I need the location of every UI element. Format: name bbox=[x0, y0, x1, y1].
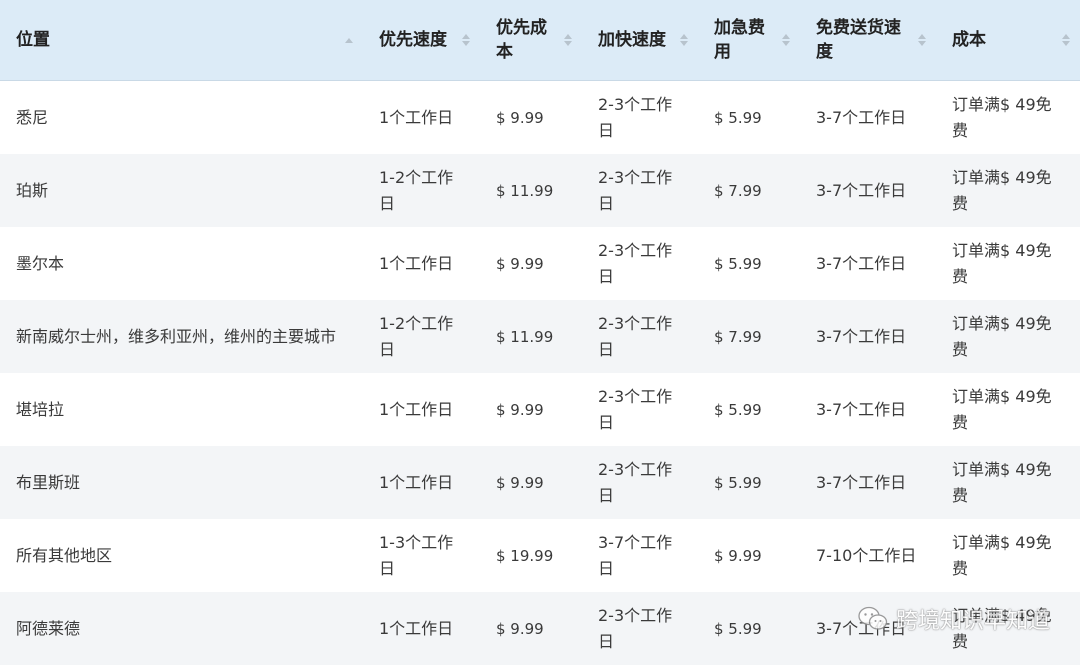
table-row: 布里斯班 1个工作日 $ 9.99 2-3个工作日 $ 5.99 3-7个工作日 订单满$ … bbox=[0, 446, 1080, 519]
table-cell: 3-7个工作日 bbox=[800, 80, 936, 154]
table-cell: 所有其他地区 bbox=[0, 519, 363, 592]
sort-arrows-icon[interactable] bbox=[680, 33, 688, 47]
table-cell: $ 19.99 bbox=[480, 519, 582, 592]
column-header-label: 免费送货速度 bbox=[816, 18, 901, 62]
table-cell: $ 9.99 bbox=[480, 592, 582, 665]
column-header-label: 优先速度 bbox=[379, 30, 447, 50]
table-cell: $ 9.99 bbox=[480, 446, 582, 519]
table-cell: 3-7个工作日 bbox=[582, 519, 698, 592]
table-row: 珀斯 1-2个工作日 $ 11.99 2-3个工作日 $ 7.99 3-7个工作日 订单满$… bbox=[0, 154, 1080, 227]
table-cell: $ 7.99 bbox=[698, 300, 800, 373]
sort-arrows-icon[interactable] bbox=[462, 33, 470, 47]
table-cell: 订单满$ 49免费 bbox=[936, 519, 1080, 592]
table-cell: 3-7个工作日 bbox=[800, 446, 936, 519]
table-cell: 7-10个工作日 bbox=[800, 519, 936, 592]
table-cell: $ 5.99 bbox=[698, 227, 800, 300]
table-cell: 2-3个工作日 bbox=[582, 300, 698, 373]
column-header-label: 加急费用 bbox=[714, 18, 765, 62]
sort-arrows-icon[interactable] bbox=[782, 33, 790, 47]
table-row: 堪培拉 1个工作日 $ 9.99 2-3个工作日 $ 5.99 3-7个工作日 订单满$ 4… bbox=[0, 373, 1080, 446]
table-cell: 1-2个工作日 bbox=[363, 300, 480, 373]
table-cell: 2-3个工作日 bbox=[582, 80, 698, 154]
table-cell: $ 7.99 bbox=[698, 154, 800, 227]
table-cell: $ 9.99 bbox=[480, 80, 582, 154]
table-cell: 1个工作日 bbox=[363, 446, 480, 519]
table-cell: 悉尼 bbox=[0, 80, 363, 154]
table-row: 新南威尔士州，维多利亚州，维州的主要城市 1-2个工作日 $ 11.99 2-3个工作… bbox=[0, 300, 1080, 373]
table-cell: 订单满$ 49免费 bbox=[936, 373, 1080, 446]
sort-arrows-icon[interactable] bbox=[564, 33, 572, 47]
table-cell: 订单满$ 49免费 bbox=[936, 80, 1080, 154]
shipping-rates-table: 位置 优先速度 优先成本 加快速度 加急费用 免费送货速度 成本 悉尼 1个工作日 $ 9.99… bbox=[0, 0, 1080, 665]
table-cell: 墨尔本 bbox=[0, 227, 363, 300]
table-cell: 订单满$ 49免费 bbox=[936, 592, 1080, 665]
table-cell: $ 5.99 bbox=[698, 373, 800, 446]
table-cell: 订单满$ 49免费 bbox=[936, 227, 1080, 300]
table-header: 位置 优先速度 优先成本 加快速度 加急费用 免费送货速度 成本 bbox=[0, 0, 1080, 81]
table-row: 悉尼 1个工作日 $ 9.99 2-3个工作日 $ 5.99 3-7个工作日 订单满$ 49… bbox=[0, 80, 1080, 154]
table-cell: $ 11.99 bbox=[480, 300, 582, 373]
table-cell: 3-7个工作日 bbox=[800, 300, 936, 373]
sort-arrows-icon[interactable] bbox=[1062, 33, 1070, 47]
column-header-5[interactable]: 免费送货速度 bbox=[800, 0, 936, 81]
table-cell: 1个工作日 bbox=[363, 373, 480, 446]
table-cell: 订单满$ 49免费 bbox=[936, 446, 1080, 519]
column-header-6[interactable]: 成本 bbox=[936, 0, 1080, 81]
table-row: 所有其他地区 1-3个工作日 $ 19.99 3-7个工作日 $ 9.99 7-10个工作… bbox=[0, 519, 1080, 592]
table-cell: 新南威尔士州，维多利亚州，维州的主要城市 bbox=[0, 300, 363, 373]
table-cell: 堪培拉 bbox=[0, 373, 363, 446]
column-header-2[interactable]: 优先成本 bbox=[480, 0, 582, 81]
table-cell: $ 9.99 bbox=[698, 519, 800, 592]
table-cell: 3-7个工作日 bbox=[800, 154, 936, 227]
sort-arrows-icon[interactable] bbox=[345, 33, 353, 47]
table-cell: 1-2个工作日 bbox=[363, 154, 480, 227]
table-cell: $ 9.99 bbox=[480, 227, 582, 300]
column-header-label: 优先成本 bbox=[496, 18, 547, 62]
column-header-0[interactable]: 位置 bbox=[0, 0, 363, 81]
sort-arrows-icon[interactable] bbox=[918, 33, 926, 47]
table-cell: 订单满$ 49免费 bbox=[936, 154, 1080, 227]
table-cell: $ 5.99 bbox=[698, 446, 800, 519]
table-cell: 2-3个工作日 bbox=[582, 373, 698, 446]
column-header-label: 位置 bbox=[16, 30, 50, 50]
table-cell: 1-3个工作日 bbox=[363, 519, 480, 592]
column-header-label: 加快速度 bbox=[598, 30, 666, 50]
table-cell: 3-7个工作日 bbox=[800, 227, 936, 300]
table-cell: 1个工作日 bbox=[363, 592, 480, 665]
table-cell: 珀斯 bbox=[0, 154, 363, 227]
column-header-4[interactable]: 加急费用 bbox=[698, 0, 800, 81]
table-cell: 2-3个工作日 bbox=[582, 227, 698, 300]
table-cell: 布里斯班 bbox=[0, 446, 363, 519]
table-row: 墨尔本 1个工作日 $ 9.99 2-3个工作日 $ 5.99 3-7个工作日 订单满$ 4… bbox=[0, 227, 1080, 300]
table-row: 阿德莱德 1个工作日 $ 9.99 2-3个工作日 $ 5.99 3-7个工作日 订单满$ … bbox=[0, 592, 1080, 665]
table-cell: 2-3个工作日 bbox=[582, 446, 698, 519]
table-cell: 2-3个工作日 bbox=[582, 154, 698, 227]
table-cell: 1个工作日 bbox=[363, 80, 480, 154]
table-cell: $ 5.99 bbox=[698, 80, 800, 154]
column-header-label: 成本 bbox=[952, 30, 986, 50]
table-cell: 3-7个工作日 bbox=[800, 592, 936, 665]
shipping-table-container: 位置 优先速度 优先成本 加快速度 加急费用 免费送货速度 成本 悉尼 1个工作日 $ 9.99… bbox=[0, 0, 1080, 667]
table-body: 悉尼 1个工作日 $ 9.99 2-3个工作日 $ 5.99 3-7个工作日 订单满$ 49… bbox=[0, 80, 1080, 665]
table-cell: 订单满$ 49免费 bbox=[936, 300, 1080, 373]
header-row: 位置 优先速度 优先成本 加快速度 加急费用 免费送货速度 成本 bbox=[0, 0, 1080, 81]
table-cell: 2-3个工作日 bbox=[582, 592, 698, 665]
table-cell: 阿德莱德 bbox=[0, 592, 363, 665]
table-cell: $ 5.99 bbox=[698, 592, 800, 665]
table-cell: 3-7个工作日 bbox=[800, 373, 936, 446]
column-header-3[interactable]: 加快速度 bbox=[582, 0, 698, 81]
table-cell: $ 9.99 bbox=[480, 373, 582, 446]
table-cell: 1个工作日 bbox=[363, 227, 480, 300]
column-header-1[interactable]: 优先速度 bbox=[363, 0, 480, 81]
table-cell: $ 11.99 bbox=[480, 154, 582, 227]
